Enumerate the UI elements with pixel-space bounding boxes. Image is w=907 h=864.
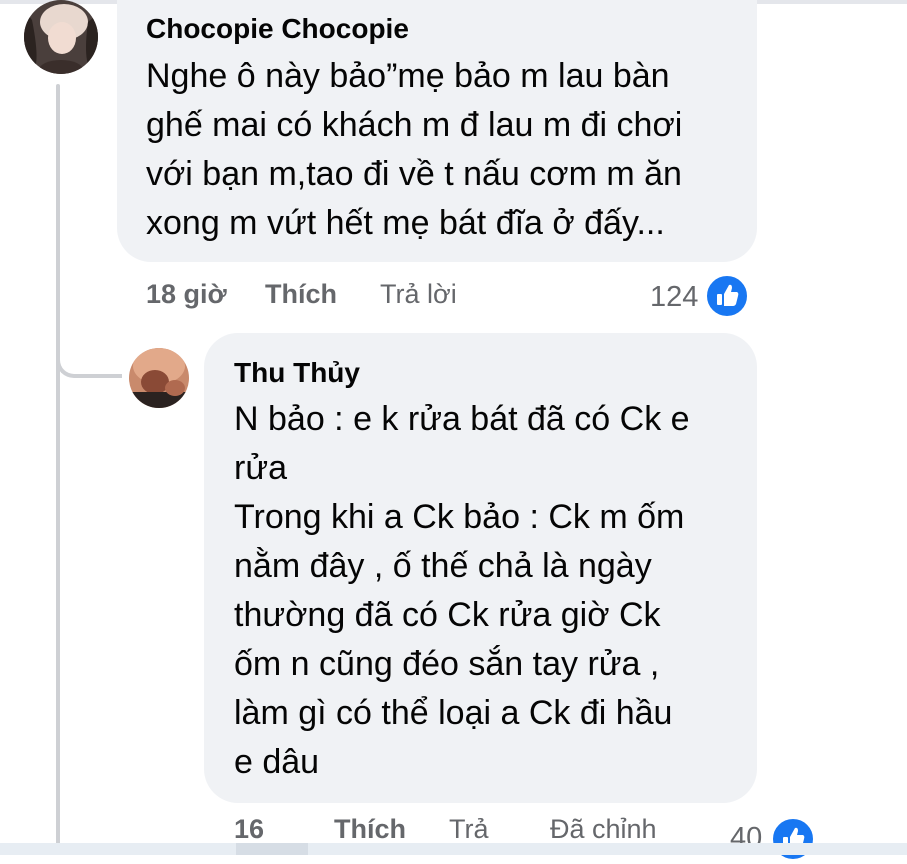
bottom-strip-segment — [236, 843, 308, 855]
comment-timestamp[interactable]: 18 giờ — [146, 279, 227, 310]
thumbs-up-icon[interactable] — [704, 273, 750, 319]
avatar[interactable] — [24, 0, 98, 74]
thread-line — [56, 84, 60, 855]
comment-author[interactable]: Thu Thủy — [234, 357, 360, 389]
avatar[interactable] — [129, 348, 189, 408]
comment-author[interactable]: Chocopie Chocopie — [146, 13, 409, 45]
edited-label[interactable]: Đã chỉnh — [550, 814, 657, 845]
reply-connector — [56, 300, 122, 378]
comment-text: Nghe ô này bảo”mẹ bảo m lau bàn ghế mai … — [146, 57, 683, 242]
reply-button[interactable]: Trả lời — [380, 279, 457, 310]
avatar-image — [129, 348, 189, 408]
bottom-scroll-strip — [0, 843, 907, 855]
thumbs-up-icon[interactable] — [770, 816, 816, 862]
like-button[interactable]: Thích — [265, 279, 337, 310]
comment-timestamp[interactable]: 16 — [234, 814, 264, 845]
reaction-count[interactable]: 124 — [650, 281, 698, 314]
avatar-image — [24, 0, 98, 74]
comment-text: N bảo : e k rửa bát đã có Ck e rửa Trong… — [234, 400, 690, 781]
like-button[interactable]: Thích — [334, 814, 406, 845]
reply-button[interactable]: Trả — [449, 814, 489, 845]
